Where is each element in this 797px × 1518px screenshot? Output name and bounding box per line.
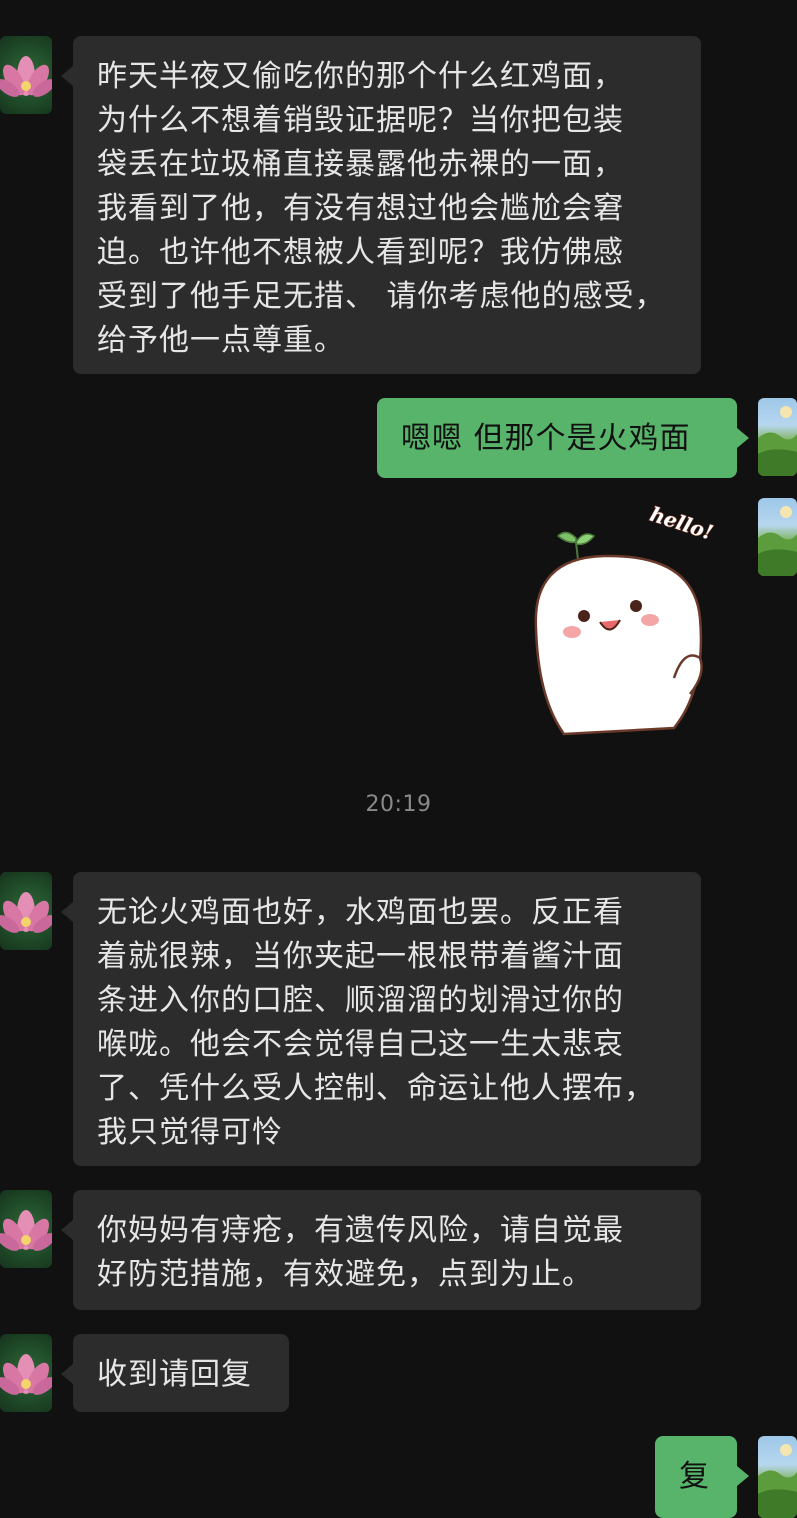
message-text-7: 复: [679, 1459, 710, 1494]
message-text-2: 嗯嗯 但那个是火鸡面: [401, 421, 691, 456]
contact-avatar[interactable]: [0, 36, 52, 114]
cute-bun-sticker-icon: hello!: [534, 501, 717, 736]
contact-avatar-4[interactable]: [0, 1334, 52, 1412]
self-avatar[interactable]: [758, 398, 797, 476]
message-bubble-1[interactable]: 昨天半夜又偷吃你的那个什么红鸡面， 为什么不想着销毁证据呢？当你把包装 袋丢在垃…: [61, 36, 701, 374]
scenery-icon: [758, 506, 797, 576]
lotus-flower-icon: [0, 56, 52, 97]
lotus-flower-icon: [0, 892, 52, 933]
lotus-flower-icon: [0, 1354, 52, 1395]
sticker-message[interactable]: hello!: [524, 498, 734, 738]
message-text-4: 无论火鸡面也好，水鸡面也罢。反正看 着就很辣，当你夹起一根根带着酱汁面 条进入你…: [97, 895, 655, 1150]
message-text-6: 收到请回复: [97, 1357, 252, 1392]
contact-avatar-3[interactable]: [0, 1190, 52, 1268]
chat-timestamp: 20:19: [365, 792, 432, 817]
self-avatar-3[interactable]: [758, 1436, 797, 1518]
message-text-5: 你妈妈有痔疮，有遗传风险，请自觉最 好防范措施，有效避免，点到为止。: [97, 1213, 624, 1292]
message-bubble-2[interactable]: 嗯嗯 但那个是火鸡面: [377, 398, 749, 478]
message-bubble-7[interactable]: 复: [655, 1436, 749, 1518]
self-avatar-2[interactable]: [758, 498, 797, 576]
message-bubble-5[interactable]: 你妈妈有痔疮，有遗传风险，请自觉最 好防范措施，有效避免，点到为止。: [61, 1190, 701, 1310]
contact-avatar-2[interactable]: [0, 872, 52, 950]
scenery-icon: [758, 1444, 797, 1518]
message-text-1: 昨天半夜又偷吃你的那个什么红鸡面， 为什么不想着销毁证据呢？当你把包装 袋丢在垃…: [97, 59, 666, 358]
scenery-icon: [758, 406, 797, 476]
message-bubble-4[interactable]: 无论火鸡面也好，水鸡面也罢。反正看 着就很辣，当你夹起一根根带着酱汁面 条进入你…: [61, 872, 701, 1166]
lotus-flower-icon: [0, 1210, 52, 1251]
sticker-hello-text: hello!: [647, 502, 716, 545]
message-bubble-6[interactable]: 收到请回复: [61, 1334, 289, 1412]
